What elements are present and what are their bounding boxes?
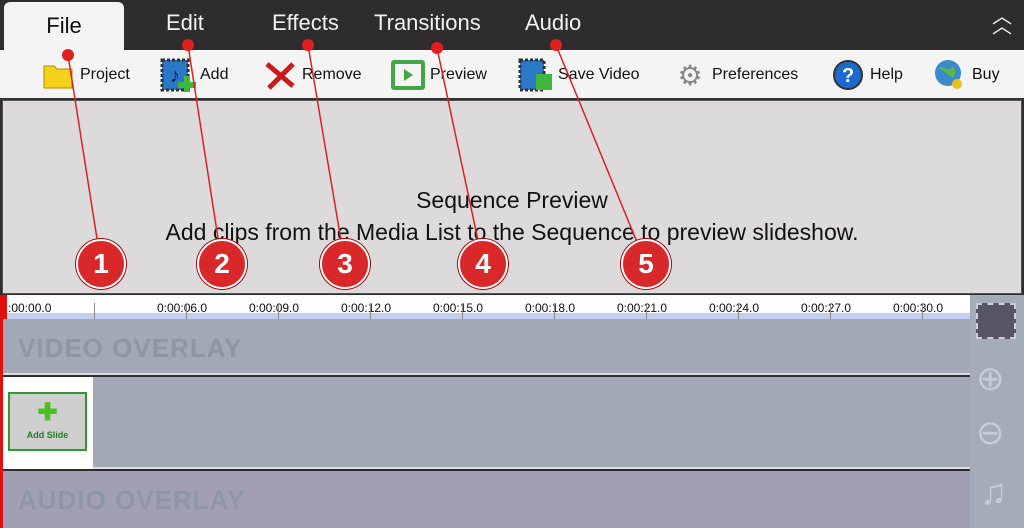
- play-preview-icon: [390, 58, 426, 92]
- annotation-badge: 4: [458, 239, 508, 289]
- svg-text:?: ?: [842, 65, 854, 87]
- tab-edit[interactable]: Edit: [166, 10, 204, 36]
- ruler-tick: 0:00:12.0: [341, 301, 392, 315]
- folder-icon: [40, 58, 76, 92]
- help-icon: ?: [830, 58, 866, 92]
- tab-file[interactable]: File: [4, 2, 124, 50]
- collapse-chevron-icon[interactable]: ︿ ︿: [992, 7, 1012, 37]
- ruler-tick: 0:00:06.0: [157, 301, 208, 315]
- buy-button[interactable]: Buy: [932, 58, 1000, 92]
- ruler-tick: 0:00:15.0: [433, 301, 484, 315]
- tab-effects[interactable]: Effects: [272, 10, 339, 36]
- ruler-tick: 0:00:18.0: [525, 301, 576, 315]
- annotation-badge: 5: [621, 239, 671, 289]
- sequence-preview: Sequence Preview Add clips from the Medi…: [2, 100, 1022, 294]
- timeline-side-panel: ⊕ ⊖ ♫: [970, 295, 1024, 528]
- timeline-ruler[interactable]: :00:00.0 0:00:06.0 0:00:09.0 0:00:12.0 0…: [0, 295, 970, 323]
- tab-transitions[interactable]: Transitions: [374, 10, 481, 36]
- preview-button[interactable]: Preview: [390, 58, 487, 92]
- project-button[interactable]: Project: [40, 58, 130, 92]
- remove-button[interactable]: Remove: [262, 58, 362, 92]
- gears-icon: ⚙: [677, 59, 703, 91]
- audio-overlay-track[interactable]: AUDIO OVERLAY: [0, 471, 970, 528]
- remove-x-icon: [262, 58, 298, 92]
- ruler-tick: 0:00:27.0: [801, 301, 852, 315]
- zoom-out-icon[interactable]: ⊖: [976, 413, 1005, 453]
- video-overlay-track[interactable]: VIDEO OVERLAY: [0, 319, 970, 375]
- ruler-tick: :00:00.0: [8, 301, 52, 315]
- help-button[interactable]: ? Help: [830, 58, 903, 92]
- toolbar: Project ♪ Add Remove Preview Save Video ⚙…: [0, 50, 1024, 100]
- preview-title: Sequence Preview: [416, 187, 608, 213]
- music-note-icon[interactable]: ♫: [980, 471, 1007, 513]
- menu-bar: File Edit Effects Transitions Audio ︿ ︿: [0, 0, 1024, 50]
- add-media-icon: ♪: [160, 58, 196, 92]
- slides-track[interactable]: [0, 377, 970, 469]
- annotation-badge: 1: [76, 239, 126, 289]
- annotation-badge: 2: [197, 239, 247, 289]
- ruler-tick: 0:00:30.0: [893, 301, 944, 315]
- tab-audio[interactable]: Audio: [525, 10, 581, 36]
- preferences-button[interactable]: ⚙ Preferences: [672, 58, 798, 92]
- save-video-icon: [518, 58, 554, 92]
- add-button[interactable]: ♪ Add: [160, 58, 228, 92]
- preview-message: Add clips from the Media List to the Seq…: [165, 219, 859, 245]
- add-slide-button[interactable]: ✚ Add Slide: [8, 392, 87, 451]
- zoom-in-icon[interactable]: ⊕: [976, 359, 1005, 399]
- globe-key-icon: [932, 58, 968, 92]
- save-video-button[interactable]: Save Video: [518, 58, 640, 92]
- film-sequence-icon[interactable]: [976, 303, 1016, 339]
- annotation-badge: 3: [320, 239, 370, 289]
- ruler-tick: 0:00:09.0: [249, 301, 300, 315]
- plus-icon: ✚: [37, 399, 58, 426]
- ruler-tick: 0:00:24.0: [709, 301, 760, 315]
- ruler-tick: 0:00:21.0: [617, 301, 668, 315]
